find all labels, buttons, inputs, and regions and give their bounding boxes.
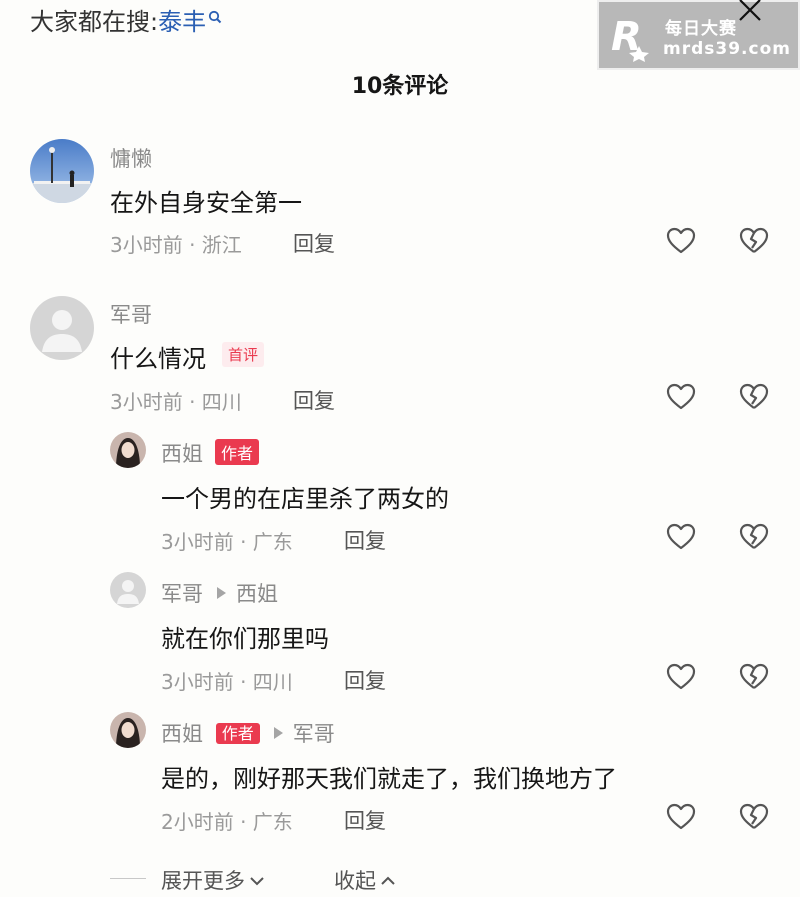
reply-target-username[interactable]: 西姐 xyxy=(236,582,278,606)
dislike-broken-heart-icon[interactable] xyxy=(738,801,770,833)
reply-button[interactable]: 回复 xyxy=(293,228,335,258)
expand-more-label: 展开更多 xyxy=(161,869,245,893)
reply-meta: 2小时前 · 广东 xyxy=(161,810,293,834)
avatar[interactable] xyxy=(110,572,146,608)
search-keyword[interactable]: 泰丰 xyxy=(158,8,206,36)
divider xyxy=(110,878,146,879)
author-badge: 作者 xyxy=(215,439,260,465)
search-hint-prefix: 大家都在搜: xyxy=(30,8,159,36)
dislike-broken-heart-icon[interactable] xyxy=(738,225,770,257)
reply-button[interactable]: 回复 xyxy=(344,805,386,835)
author-badge: 作者 xyxy=(215,723,260,744)
reply-thread-header: 军哥 西姐 xyxy=(161,578,278,608)
collapse-label: 收起 xyxy=(334,869,376,893)
reply-username[interactable]: 军哥 xyxy=(161,582,203,606)
watermark-logo: R xyxy=(609,12,655,62)
avatar[interactable] xyxy=(110,712,146,748)
reply-meta: 3小时前 · 广东 xyxy=(161,530,293,554)
comment-text: 在外自身安全第一 xyxy=(110,189,302,217)
reply-text: 就在你们那里吗 xyxy=(161,625,329,653)
avatar[interactable] xyxy=(110,432,146,468)
reply-to-arrow-icon xyxy=(217,587,226,599)
comment-count-title: 10条评论 xyxy=(351,74,449,99)
expand-more-button[interactable]: 展开更多 xyxy=(161,865,265,895)
chevron-up-icon xyxy=(380,867,396,885)
avatar[interactable] xyxy=(30,296,94,360)
dislike-broken-heart-icon[interactable] xyxy=(738,661,770,693)
search-icon[interactable] xyxy=(208,2,222,24)
like-heart-icon[interactable] xyxy=(665,381,697,413)
like-heart-icon[interactable] xyxy=(665,661,697,693)
watermark: R 每日大赛 mrds39.com xyxy=(597,0,800,70)
comment-meta: 3小时前 · 四川 xyxy=(110,390,242,414)
close-icon[interactable] xyxy=(736,0,764,22)
dislike-broken-heart-icon[interactable] xyxy=(738,381,770,413)
reply-target-username[interactable]: 军哥 xyxy=(293,722,335,746)
watermark-line2: mrds39.com xyxy=(663,39,791,59)
collapse-button[interactable]: 收起 xyxy=(334,865,396,895)
reply-username[interactable]: 西姐 xyxy=(161,438,203,468)
dislike-broken-heart-icon[interactable] xyxy=(738,521,770,553)
search-suggestion[interactable]: 大家都在搜:泰丰 xyxy=(30,2,222,37)
comment-meta: 3小时前 · 浙江 xyxy=(110,233,242,257)
reply-button[interactable]: 回复 xyxy=(344,665,386,695)
reply-username[interactable]: 西姐 xyxy=(161,722,203,746)
comment-username[interactable]: 军哥 xyxy=(110,299,152,329)
avatar[interactable] xyxy=(30,139,94,203)
reply-meta: 3小时前 · 四川 xyxy=(161,670,293,694)
comment-username[interactable]: 慵懒 xyxy=(110,143,152,173)
first-comment-badge: 首评 xyxy=(222,342,265,367)
comment-text: 什么情况 xyxy=(110,345,206,373)
reply-to-arrow-icon xyxy=(273,727,283,739)
chevron-down-icon xyxy=(249,867,265,886)
like-heart-icon[interactable] xyxy=(665,225,697,257)
watermark-line1: 每日大赛 xyxy=(665,19,737,39)
reply-text: 是的，刚好那天我们就走了，我们换地方了 xyxy=(161,765,617,793)
reply-button[interactable]: 回复 xyxy=(344,525,386,555)
like-heart-icon[interactable] xyxy=(665,801,697,833)
reply-thread-header: 西姐 作者 军哥 xyxy=(161,718,335,748)
reply-button[interactable]: 回复 xyxy=(293,385,335,415)
reply-text: 一个男的在店里杀了两女的 xyxy=(161,485,449,513)
like-heart-icon[interactable] xyxy=(665,521,697,553)
